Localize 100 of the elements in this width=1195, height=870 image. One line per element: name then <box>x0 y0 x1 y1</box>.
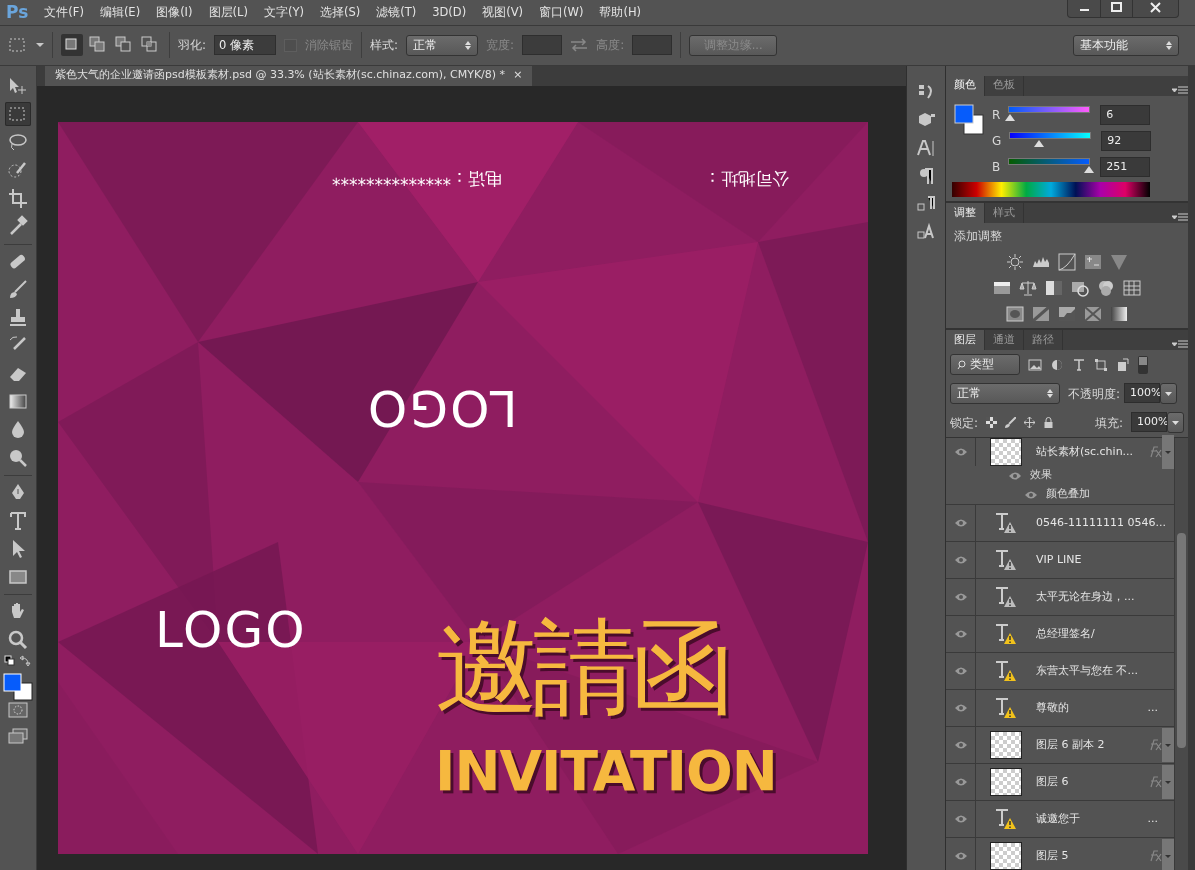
layer-row[interactable]: 太平无论在身边，... <box>946 579 1174 616</box>
visibility-eye-icon[interactable] <box>953 555 968 566</box>
exposure-icon[interactable] <box>1084 253 1102 272</box>
grid-icon[interactable] <box>1123 279 1141 298</box>
slider-track[interactable] <box>1008 157 1091 165</box>
channel-value-field[interactable]: 6 <box>1100 104 1151 125</box>
marquee-icon[interactable] <box>8 37 28 54</box>
visibility-eye-icon[interactable] <box>953 666 968 677</box>
menu-item[interactable]: 文字(Y) <box>255 3 312 22</box>
visibility-eye-icon[interactable] <box>953 851 968 862</box>
channel-value-field[interactable]: 92 <box>1101 130 1152 151</box>
panel-tab[interactable]: 图层 <box>946 330 985 351</box>
character-icon[interactable] <box>916 137 936 158</box>
slider-thumb[interactable] <box>1083 165 1094 173</box>
layer-row[interactable]: 站长素材(sc.chin... <box>946 438 1174 467</box>
visibility-eye-icon[interactable] <box>1008 470 1022 481</box>
layer-row[interactable]: 0546-11111111 0546... <box>946 505 1174 542</box>
panel-menu-icon[interactable] <box>1172 85 1188 96</box>
visibility-eye-icon[interactable] <box>953 777 968 788</box>
panel-tab[interactable]: 路径 <box>1024 330 1063 351</box>
workspace-dropdown[interactable]: 基本功能 <box>1073 34 1179 56</box>
slider-track[interactable] <box>1009 131 1092 139</box>
split-square-icon[interactable] <box>1045 279 1063 298</box>
layer-row[interactable]: 诚邀您于 ... <box>946 801 1174 838</box>
camera-icon[interactable] <box>1071 279 1089 298</box>
selective-color-icon[interactable] <box>1084 305 1102 324</box>
brush-icon[interactable] <box>1005 417 1017 429</box>
panel-tab[interactable]: 颜色 <box>946 75 985 96</box>
scrollbar[interactable] <box>1174 438 1188 870</box>
opacity-field[interactable]: 100% <box>1124 383 1161 404</box>
layer-row[interactable]: 尊敬的 ... <box>946 690 1174 727</box>
posterize-icon[interactable] <box>1032 305 1050 324</box>
crop-icon[interactable] <box>6 186 30 209</box>
visibility-eye-icon[interactable] <box>1024 489 1038 500</box>
character-styles-icon[interactable] <box>916 221 936 242</box>
lock-icon[interactable] <box>1043 417 1055 429</box>
panel-tab[interactable]: 调整 <box>946 203 985 224</box>
panel-menu-icon[interactable] <box>1172 213 1188 224</box>
layer-row[interactable]: 图层 5 <box>946 838 1174 870</box>
maximize-icon[interactable] <box>1108 0 1125 15</box>
menu-item[interactable]: 编辑(E) <box>91 3 149 22</box>
panel-menu-icon[interactable] <box>1172 340 1188 351</box>
paragraph-styles-icon[interactable] <box>916 193 936 214</box>
layer-row[interactable]: 图层 6 副本 2 <box>946 727 1174 764</box>
color-swatches-icon[interactable] <box>954 103 984 136</box>
visibility-eye-icon[interactable] <box>953 703 968 714</box>
slider-thumb[interactable] <box>1005 113 1016 121</box>
menu-item[interactable]: 帮助(H) <box>591 3 649 22</box>
scrollbar-thumb[interactable] <box>1177 533 1186 749</box>
visibility-eye-icon[interactable] <box>953 518 968 529</box>
dropdown-arrow-button[interactable] <box>1167 412 1184 434</box>
close-tab-button[interactable]: × <box>513 67 523 84</box>
visibility-eye-icon[interactable] <box>953 740 968 751</box>
menu-item[interactable]: 3D(D) <box>424 3 475 22</box>
filter-toggle-icon[interactable] <box>1138 355 1148 374</box>
menu-item[interactable]: 选择(S) <box>311 3 369 22</box>
fill-field[interactable]: 100% <box>1131 412 1167 433</box>
document-tab[interactable]: 紫色大气的企业邀请函psd模板素材.psd @ 33.3% (站长素材(sc.chinaz.com), CMYK/8) * × <box>45 65 533 86</box>
selection-mode-icon[interactable] <box>61 34 83 57</box>
shape-filter-icon[interactable] <box>1094 357 1108 372</box>
swap-colors-icon[interactable] <box>4 654 32 669</box>
color-spectrum[interactable] <box>952 181 1150 197</box>
layer-row[interactable]: 图层 6 <box>946 764 1174 801</box>
adjustment-filter-icon[interactable] <box>1050 357 1064 372</box>
invert-icon[interactable] <box>1006 305 1024 324</box>
gradient-square-icon[interactable] <box>1110 305 1128 324</box>
slider-thumb[interactable] <box>1033 139 1044 147</box>
caret-icon[interactable] <box>36 42 44 49</box>
close-icon[interactable] <box>1147 0 1164 15</box>
panel-tab[interactable]: 样式 <box>985 203 1024 224</box>
visibility-eye-icon[interactable] <box>953 592 968 603</box>
visibility-eye-icon[interactable] <box>953 814 968 825</box>
menu-item[interactable]: 视图(V) <box>474 3 532 22</box>
layer-row[interactable]: VIP LINE <box>946 542 1174 579</box>
curves-icon[interactable] <box>1058 253 1076 272</box>
image-filter-icon[interactable] <box>1028 357 1042 372</box>
style-dropdown[interactable]: 正常 <box>406 34 479 56</box>
visibility-eye-icon[interactable] <box>953 447 968 458</box>
menu-item[interactable]: 窗口(W) <box>531 3 592 22</box>
height-field[interactable] <box>632 35 673 56</box>
move-arrows-icon[interactable] <box>1024 417 1036 429</box>
panel-tab[interactable]: 色板 <box>985 75 1024 96</box>
layer-row[interactable]: 总经理签名/ <box>946 616 1174 653</box>
color-swatches-icon[interactable] <box>3 672 33 701</box>
menu-item[interactable]: 文件(F) <box>36 3 92 22</box>
channel-value-field[interactable]: 251 <box>1100 156 1151 177</box>
dropdown-arrow-button[interactable] <box>1160 383 1178 405</box>
smart-object-filter-icon[interactable] <box>1116 357 1130 372</box>
menu-item[interactable]: 滤镜(T) <box>368 3 425 22</box>
panel-tab[interactable]: 通道 <box>985 330 1024 351</box>
feather-field[interactable]: 0 像素 <box>214 35 277 56</box>
slider-track[interactable] <box>1008 105 1091 113</box>
menu-item[interactable]: 图像(I) <box>148 3 201 22</box>
screen-mode-icon[interactable] <box>7 726 29 745</box>
balance-icon[interactable] <box>1019 279 1037 298</box>
width-field[interactable] <box>522 35 563 56</box>
layer-row[interactable]: 东营太平与您在 不... <box>946 653 1174 690</box>
visibility-eye-icon[interactable] <box>953 629 968 640</box>
circles-icon[interactable] <box>1097 279 1115 298</box>
type-filter-icon[interactable] <box>1072 357 1086 372</box>
